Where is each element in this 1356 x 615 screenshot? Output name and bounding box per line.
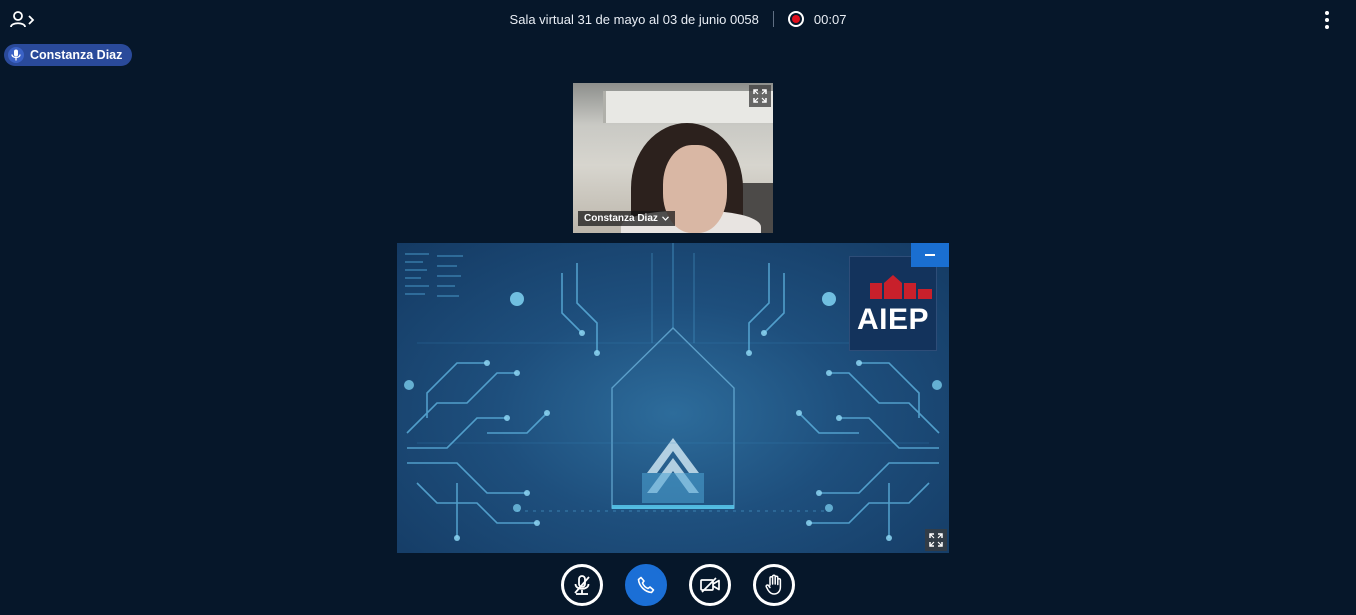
presentation-fullscreen-button[interactable] xyxy=(925,529,947,551)
recording-time: 00:07 xyxy=(813,11,847,27)
background-window xyxy=(603,91,773,123)
action-bar xyxy=(0,564,1356,608)
meeting-room: Sala virtual 31 de mayo al 03 de junio 0… xyxy=(0,0,1356,615)
kebab-dot xyxy=(1325,18,1329,22)
webcam-fullscreen-button[interactable] xyxy=(749,85,771,107)
talker-name: Constanza Diaz xyxy=(30,48,123,62)
meeting-title: Sala virtual 31 de mayo al 03 de junio 0… xyxy=(509,11,759,27)
minimize-presentation-button[interactable] xyxy=(911,243,949,267)
presentation-slide: AIEP xyxy=(397,243,949,553)
webcam-user-name: Constanza Diaz xyxy=(584,213,658,224)
options-menu-button[interactable] xyxy=(1320,11,1334,29)
mute-button[interactable] xyxy=(561,564,603,606)
aiep-logo: AIEP xyxy=(849,256,937,351)
video-off-icon xyxy=(700,577,720,593)
hand-icon xyxy=(765,574,782,595)
microphone-icon xyxy=(8,47,24,63)
webcam-video[interactable]: Constanza Diaz xyxy=(573,83,773,233)
title-divider xyxy=(772,11,774,27)
webcam-user-menu[interactable]: Constanza Diaz xyxy=(578,211,675,226)
logo-buildings-icon xyxy=(870,275,932,299)
minimize-icon xyxy=(925,254,935,256)
recording-indicator[interactable]: 00:07 xyxy=(787,11,847,27)
raise-hand-button[interactable] xyxy=(753,564,795,606)
phone-icon xyxy=(637,576,655,594)
kebab-menu-icon xyxy=(1325,11,1329,15)
logo-text: AIEP xyxy=(856,303,930,336)
share-webcam-button[interactable] xyxy=(689,564,731,606)
fullscreen-icon xyxy=(929,533,943,547)
record-icon xyxy=(787,11,804,27)
leave-audio-button[interactable] xyxy=(625,564,667,606)
kebab-dot xyxy=(1325,25,1329,29)
talking-indicator[interactable]: Constanza Diaz xyxy=(4,44,133,66)
chevron-down-icon xyxy=(661,216,669,221)
microphone-muted-icon xyxy=(574,575,590,595)
fullscreen-icon xyxy=(753,89,767,103)
header-bar: Sala virtual 31 de mayo al 03 de junio 0… xyxy=(0,0,1356,38)
